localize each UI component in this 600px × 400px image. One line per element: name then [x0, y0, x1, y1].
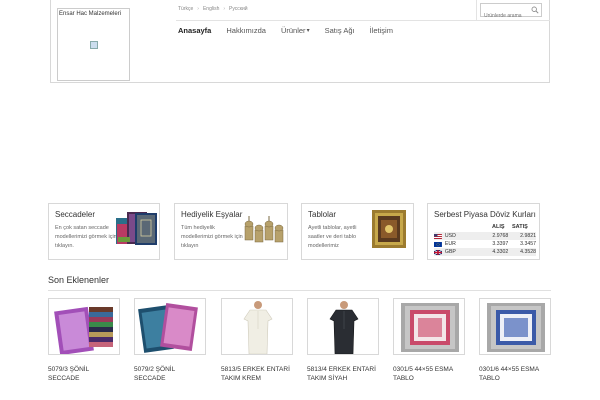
feature-title: Tablolar [308, 210, 337, 219]
uk-flag-icon [434, 249, 442, 255]
product-image[interactable] [221, 298, 293, 355]
search-box [480, 3, 542, 22]
nav-home[interactable]: Anasayfa [178, 26, 211, 35]
product-image[interactable] [307, 298, 379, 355]
product-card[interactable]: 5813/4 ERKEK ENTARİ TAKIM SİYAH [307, 298, 379, 383]
buy-header: ALIŞ [492, 224, 505, 230]
gift-items-thumbnail [244, 216, 284, 243]
framed-art-thumbnail [372, 210, 406, 248]
product-name[interactable]: 5079/2 ŞÖNİL SECCADE [134, 365, 206, 383]
chevron-down-icon: ▾ [306, 28, 310, 34]
main-nav: Anasayfa Hakkımızda Ürünler ▾ Satış Ağı İ… [178, 26, 408, 35]
currency-row-eur: EUR 3.3397 3.3457 [434, 240, 536, 248]
feature-title: Seccadeler [55, 210, 96, 219]
lang-russian[interactable]: Русский [229, 6, 248, 12]
lang-english[interactable]: English [203, 6, 219, 12]
site-logo[interactable]: Ensar Hac Malzemeleri [57, 8, 130, 81]
eu-flag-icon [434, 241, 442, 247]
feature-title: Hediyelik Eşyalar [181, 210, 243, 219]
search-icon[interactable] [531, 6, 539, 14]
product-image[interactable] [393, 298, 465, 355]
header-divider [476, 0, 477, 20]
broken-image-icon [90, 41, 98, 49]
recent-section-title: Son Eklenenler [48, 275, 110, 285]
nav-products[interactable]: Ürünler ▾ [281, 26, 310, 35]
lang-turkish[interactable]: Türkçe [178, 6, 193, 12]
nav-contact[interactable]: İletişim [370, 26, 393, 35]
product-name[interactable]: 5813/5 ERKEK ENTARİ TAKIM KREM [221, 365, 293, 383]
feature-gifts[interactable]: Hediyelik Eşyalar Tüm hediyelik modeller… [174, 203, 288, 260]
us-flag-icon [434, 233, 442, 239]
sell-header: SATIŞ [512, 224, 528, 230]
feature-desc: Ayetli tablolar, ayetli saatler ve deri … [308, 225, 357, 249]
product-name[interactable]: 5813/4 ERKEK ENTARİ TAKIM SİYAH [307, 365, 379, 383]
product-image[interactable] [48, 298, 120, 355]
product-card[interactable]: 5813/5 ERKEK ENTARİ TAKIM KREM [221, 298, 293, 383]
product-card[interactable]: 0301/5 44×55 ESMA TABLO [393, 298, 465, 383]
section-rule [48, 290, 551, 291]
product-card[interactable]: 0301/6 44×55 ESMA TABLO [479, 298, 551, 383]
currency-title: Serbest Piyasa Döviz Kurları [434, 210, 536, 219]
nav-sales-network[interactable]: Satış Ağı [325, 26, 355, 35]
feature-desc: En çok satan seccade modellerimizi görme… [55, 225, 117, 249]
currency-widget: Serbest Piyasa Döviz Kurları ALIŞ SATIŞ … [427, 203, 540, 260]
product-name[interactable]: 0301/5 44×55 ESMA TABLO [393, 365, 465, 383]
prayer-rug-thumbnail [116, 212, 157, 245]
currency-row-usd: USD 2.9768 2.9821 [434, 232, 536, 240]
product-card[interactable]: 5079/3 ŞÖNİL SECCADE [48, 298, 120, 383]
product-image[interactable] [134, 298, 206, 355]
header-rule [176, 20, 550, 21]
product-image[interactable] [479, 298, 551, 355]
feature-frames[interactable]: Tablolar Ayetli tablolar, ayetli saatler… [301, 203, 414, 260]
product-card[interactable]: 5079/2 ŞÖNİL SECCADE [134, 298, 206, 383]
feature-prayer-rugs[interactable]: Seccadeler En çok satan seccade modeller… [48, 203, 160, 260]
language-bar: Türkçe › English › Русский [178, 6, 248, 12]
product-name[interactable]: 0301/6 44×55 ESMA TABLO [479, 365, 551, 383]
product-name[interactable]: 5079/3 ŞÖNİL SECCADE [48, 365, 120, 383]
feature-desc: Tüm hediyelik modellerimizi görmek için … [181, 225, 243, 249]
logo-alt-text: Ensar Hac Malzemeleri [59, 11, 122, 17]
currency-row-gbp: GBP 4.3302 4.3528 [434, 248, 536, 256]
nav-about[interactable]: Hakkımızda [226, 26, 266, 35]
